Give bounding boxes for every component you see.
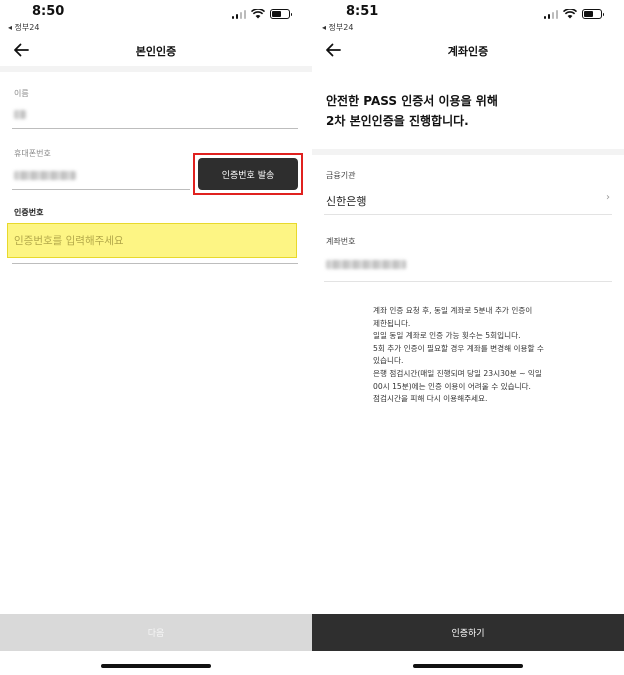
- battery-icon: [582, 9, 604, 19]
- wifi-icon: [251, 9, 265, 19]
- wifi-icon: [563, 9, 577, 19]
- phone-field-underline: [12, 189, 190, 190]
- name-label: 이름: [14, 89, 29, 98]
- top-nav-bar: 본인인증: [0, 36, 312, 64]
- page-title: 계좌인증: [447, 45, 489, 58]
- back-to-app-link[interactable]: ◂ 정부24: [8, 22, 39, 33]
- verification-code-input[interactable]: [8, 224, 296, 257]
- bank-value: 신한은행: [326, 195, 367, 208]
- code-label: 인증번호: [14, 208, 44, 217]
- notice-line: 있습니다.: [373, 356, 404, 366]
- intro-headline: 안전한 PASS 인증서 이용을 위해 2차 본인인증을 진행합니다.: [326, 91, 498, 131]
- verify-button[interactable]: 인증하기: [312, 614, 624, 651]
- bank-select[interactable]: 신한은행 ›: [326, 190, 612, 212]
- bank-label: 금융기관: [326, 171, 356, 180]
- page-title: 본인인증: [135, 45, 177, 58]
- code-field-underline: [12, 263, 298, 264]
- back-to-app-link[interactable]: ◂ 정부24: [322, 22, 353, 33]
- chevron-right-icon: ›: [606, 192, 610, 203]
- section-divider: [312, 149, 624, 155]
- headline-line: 2차 본인인증을 진행합니다.: [326, 114, 469, 128]
- status-icons: [231, 9, 292, 19]
- next-button[interactable]: 다음: [0, 614, 312, 651]
- account-field-underline: [324, 281, 612, 282]
- battery-icon: [270, 9, 292, 19]
- notice-text: 계좌 인증 요청 후, 동일 계좌로 5분내 추가 인증이 제한됩니다. 일일 …: [373, 305, 578, 406]
- status-time: 8:50: [32, 4, 65, 19]
- code-input-highlight: [7, 223, 297, 258]
- status-time: 8:51: [346, 4, 379, 19]
- identity-verification-screen: 8:50 ◂ 정부24 본인인증 이름 휴대폰번호 인증번호 발송 인증번호 다…: [0, 0, 312, 675]
- section-divider: [0, 66, 312, 72]
- send-code-button[interactable]: 인증번호 발송: [198, 158, 298, 190]
- notice-line: 00시 15분)에는 인증 이용이 어려울 수 있습니다.: [373, 381, 531, 391]
- notice-line: 계좌 인증 요청 후, 동일 계좌로 5분내 추가 인증이: [373, 306, 533, 315]
- cellular-signal-icon: [543, 9, 558, 19]
- notice-line: 일일 동일 계좌로 인증 가능 횟수는 5회입니다.: [373, 331, 521, 341]
- notice-line: 은행 점검시간(매일 진행되며 당일 23시30분 ~ 익일: [373, 368, 542, 378]
- notice-line: 5회 추가 인증이 필요할 경우 계좌를 변경해 이용할 수: [373, 343, 544, 353]
- phone-value-redacted: [14, 171, 76, 180]
- home-indicator[interactable]: [101, 664, 211, 668]
- notice-line: 점검시간을 피해 다시 이용해주세요.: [373, 394, 488, 404]
- name-field-underline: [12, 128, 298, 129]
- status-bar: 8:50 ◂ 정부24: [0, 0, 312, 34]
- bank-field-underline: [324, 214, 612, 215]
- top-nav-bar: 계좌인증: [312, 36, 624, 64]
- name-value-redacted: [14, 110, 26, 119]
- cellular-signal-icon: [231, 9, 246, 19]
- status-icons: [543, 9, 604, 19]
- account-verification-screen: 8:51 ◂ 정부24 계좌인증 안전한 PASS 인증서 이용을 위해 2차 …: [312, 0, 624, 675]
- notice-line: 제한됩니다.: [373, 318, 411, 328]
- phone-label: 휴대폰번호: [14, 149, 51, 158]
- headline-line: 안전한 PASS 인증서 이용을 위해: [326, 94, 498, 108]
- account-label: 계좌번호: [326, 237, 356, 246]
- home-indicator[interactable]: [413, 664, 523, 668]
- status-bar: 8:51 ◂ 정부24: [312, 0, 624, 34]
- account-value-redacted: [326, 260, 406, 269]
